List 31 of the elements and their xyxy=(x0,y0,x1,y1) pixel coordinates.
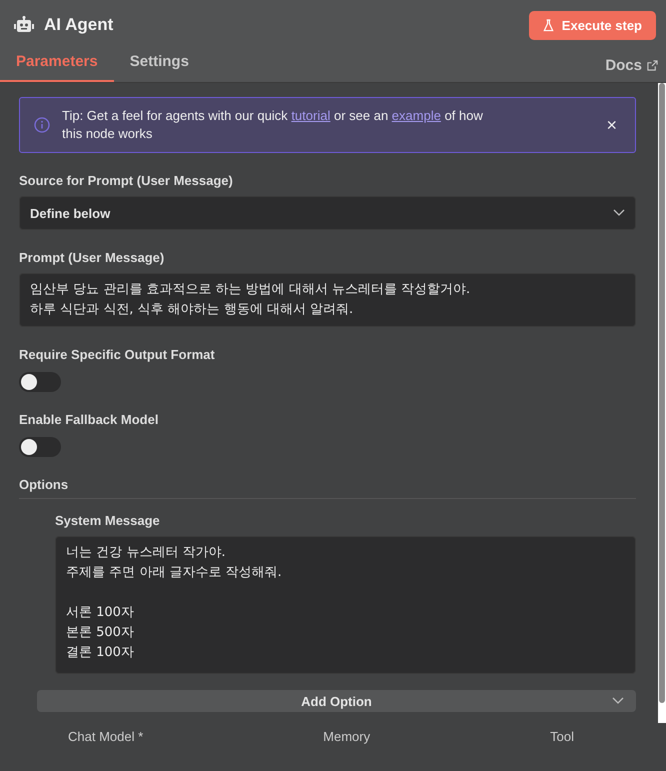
tip-text: Tip: Get a feel for agents with our quick tutorial or see an example of how this node works xyxy=(62,107,484,143)
field-label: System Message xyxy=(55,513,160,528)
field-label: Source for Prompt (User Message) xyxy=(19,173,233,188)
add-option-dropdown[interactable]: Add Option xyxy=(37,690,636,712)
chevron-down-icon xyxy=(612,697,624,705)
info-icon xyxy=(34,117,50,133)
connection-label: Memory xyxy=(323,729,370,746)
tab[interactable]: Parameters xyxy=(0,53,114,82)
docs-link[interactable]: Docs xyxy=(597,57,666,82)
close-button[interactable]: × xyxy=(602,114,621,136)
scrollbar[interactable] xyxy=(658,83,666,723)
tip-link[interactable]: tutorial xyxy=(291,108,330,123)
execute-step-button[interactable]: Execute step xyxy=(528,10,656,40)
panel-title: AI Agent xyxy=(44,15,114,35)
tab[interactable]: Settings xyxy=(114,53,205,82)
chevron-down-icon xyxy=(613,209,625,217)
connection-label: Tool xyxy=(550,729,574,746)
field-label: Enable Fallback Model xyxy=(19,412,158,427)
robot-icon xyxy=(14,16,34,34)
source-dropdown[interactable]: Define below xyxy=(19,196,636,230)
field-label: Require Specific Output Format xyxy=(19,347,215,362)
toggle-switch[interactable] xyxy=(19,372,61,392)
connection-label: Chat Model * xyxy=(68,729,144,746)
toggle-switch[interactable] xyxy=(19,437,61,457)
system-message-textarea[interactable]: 너는 건강 뉴스레터 작가야. 주제를 주면 아래 글자수로 작성해줘. 서론 100자 본론 500자 결론 100자 xyxy=(55,536,636,674)
section-title: Options xyxy=(19,477,70,492)
external-link-icon xyxy=(647,60,658,71)
field-label: Prompt (User Message) xyxy=(19,250,164,265)
tip-link[interactable]: example xyxy=(392,108,441,123)
flask-icon xyxy=(542,18,554,32)
prompt-textarea[interactable]: 임산부 당뇨 관리를 효과적으로 하는 방법에 대해서 뉴스레터를 작성할거야. 하루 식단과 식전, 식후 해야하는 행동에 대해서 알려줘. xyxy=(19,273,636,327)
